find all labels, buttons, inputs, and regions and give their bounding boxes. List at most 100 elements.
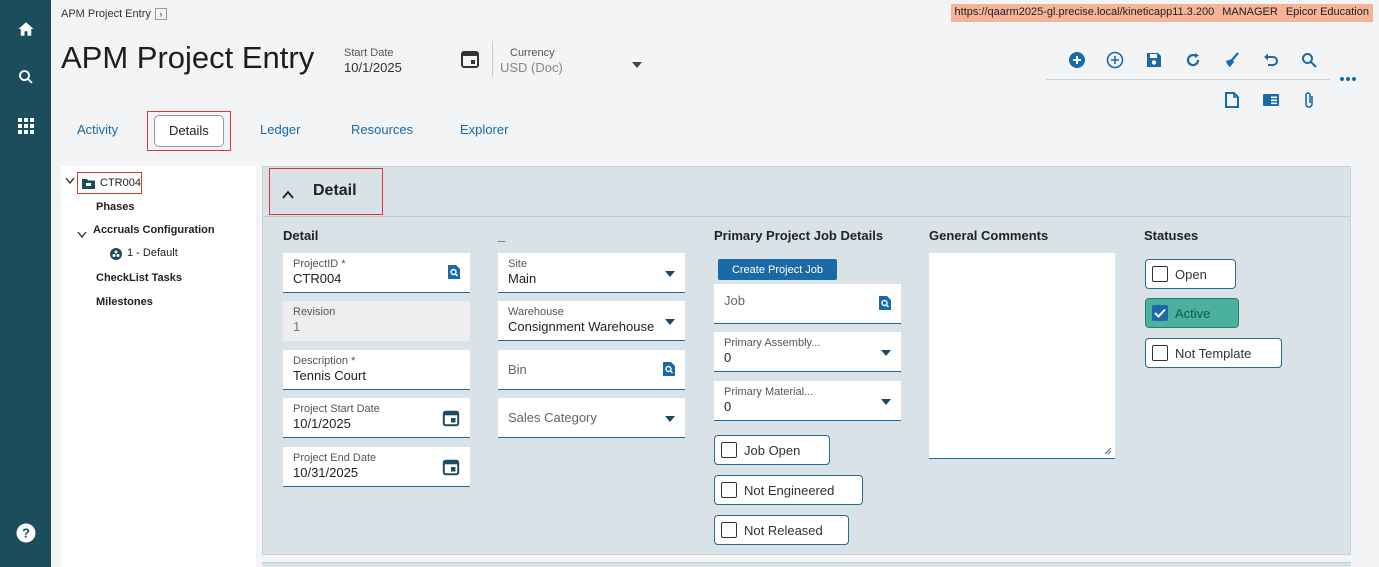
primary-assembly-label: Primary Assembly... (724, 337, 821, 349)
refresh-icon[interactable] (1180, 47, 1206, 73)
tree-item-default[interactable]: 1 - Default (127, 247, 178, 259)
resize-handle-icon[interactable] (1104, 447, 1112, 455)
status-active-checkbox[interactable]: Active (1145, 298, 1239, 328)
help-icon[interactable]: ? (0, 518, 51, 548)
add-new-icon[interactable] (1064, 47, 1090, 73)
apps-grid-icon[interactable] (0, 111, 51, 141)
lookup-search-icon[interactable] (879, 296, 891, 315)
currency-label: Currency (510, 47, 555, 59)
chevron-down-icon[interactable] (665, 319, 675, 325)
sales-category-placeholder: Sales Category (508, 410, 597, 425)
panel-header[interactable] (263, 167, 1350, 217)
chevron-down-icon[interactable] (65, 177, 75, 188)
more-overflow-icon[interactable] (1335, 66, 1361, 92)
not-engineered-checkbox[interactable]: Not Engineered (714, 475, 863, 505)
bin-placeholder: Bin (508, 362, 527, 377)
clear-brush-icon[interactable] (1219, 47, 1245, 73)
calendar-icon[interactable] (442, 458, 460, 481)
calendar-icon[interactable] (442, 409, 460, 432)
chevron-down-icon[interactable] (665, 271, 675, 277)
tree-item-accruals[interactable]: Accruals Configuration (93, 224, 215, 236)
checkbox-icon (1152, 345, 1168, 361)
site-dropdown[interactable]: Site Main (498, 253, 685, 293)
tab-activity[interactable]: Activity (77, 112, 118, 148)
home-icon[interactable] (0, 14, 51, 44)
chevron-down-icon[interactable] (77, 226, 87, 244)
folder-icon (82, 178, 95, 189)
lookup-search-icon[interactable] (663, 362, 675, 381)
project-id-field[interactable]: ProjectID * CTR004 (283, 253, 470, 293)
status-open-checkbox[interactable]: Open (1145, 259, 1236, 289)
not-released-checkbox[interactable]: Not Released (714, 515, 849, 545)
save-icon[interactable] (1141, 47, 1167, 73)
general-comments-textarea[interactable] (929, 253, 1115, 459)
primary-material-dropdown[interactable]: Primary Material... 0 (714, 381, 901, 421)
description-value: Tennis Court (293, 368, 366, 383)
tree-root-label: CTR004 (100, 177, 141, 189)
page-title: APM Project Entry (61, 40, 315, 75)
lookup-search-icon[interactable] (448, 265, 460, 284)
description-field[interactable]: Description * Tennis Court (283, 350, 470, 390)
job-open-checkbox[interactable]: Job Open (714, 435, 830, 465)
tree-item-phases[interactable]: Phases (96, 201, 135, 213)
panel-card-icon[interactable] (1258, 87, 1284, 113)
site-label: Site (508, 258, 527, 270)
tree-root-node[interactable]: CTR004 (77, 172, 142, 194)
tab-resources[interactable]: Resources (351, 112, 413, 148)
project-id-value: CTR004 (293, 271, 342, 286)
bin-field[interactable]: Bin (498, 350, 685, 390)
chevron-up-icon[interactable] (282, 186, 294, 204)
tree-item-milestones[interactable]: Milestones (96, 296, 153, 308)
site-value: Main (508, 271, 537, 286)
project-tree: CTR004 Phases Accruals Configuration 1 -… (61, 166, 256, 567)
new-page-icon[interactable] (1219, 87, 1245, 113)
add-outline-icon[interactable] (1102, 47, 1128, 73)
breadcrumb: APM Project Entry › (61, 8, 167, 20)
primary-assembly-dropdown[interactable]: Primary Assembly... 0 (714, 332, 901, 372)
paperclip-icon[interactable] (1296, 87, 1322, 113)
warehouse-label: Warehouse (508, 306, 564, 318)
highlight-details-tab (147, 111, 231, 151)
env-user: MANAGER (1222, 6, 1278, 18)
status-not-template-checkbox[interactable]: Not Template (1145, 338, 1282, 368)
project-end-date-label: Project End Date (293, 452, 377, 464)
job-field[interactable]: Job (714, 284, 901, 324)
start-date-field[interactable]: Start Date 10/1/2025 (344, 47, 402, 75)
revision-value: 1 (293, 319, 301, 334)
chevron-down-icon[interactable] (881, 350, 891, 356)
tab-ledger[interactable]: Ledger (260, 112, 300, 148)
primary-assembly-value: 0 (724, 350, 732, 365)
header-divider (492, 41, 493, 77)
sales-category-dropdown[interactable]: Sales Category (498, 398, 685, 438)
calendar-icon[interactable] (460, 49, 480, 74)
project-end-date-field[interactable]: Project End Date 10/31/2025 (283, 447, 470, 487)
job-open-label: Job Open (744, 442, 801, 458)
tab-explorer[interactable]: Explorer (460, 112, 508, 148)
create-project-job-button[interactable]: Create Project Job (718, 259, 837, 280)
warehouse-dropdown[interactable]: Warehouse Consignment Warehouse (498, 301, 685, 341)
breadcrumb-label[interactable]: APM Project Entry (61, 8, 151, 20)
revision-label: Revision (293, 306, 336, 318)
svg-text:?: ? (22, 526, 30, 541)
undo-icon[interactable] (1258, 47, 1284, 73)
chevron-right-icon[interactable]: › (154, 8, 167, 20)
not-released-label: Not Released (744, 522, 823, 538)
search-icon[interactable] (0, 62, 51, 92)
primary-material-label: Primary Material... (724, 386, 814, 398)
top-bar: APM Project Entry › https://qaarm2025-gl… (51, 0, 1379, 28)
status-active-label: Active (1175, 305, 1211, 321)
tree-item-checklist[interactable]: CheckList Tasks (96, 272, 182, 284)
project-start-date-field[interactable]: Project Start Date 10/1/2025 (283, 398, 470, 438)
chevron-down-icon[interactable] (632, 62, 642, 68)
revision-field: Revision 1 (283, 301, 470, 341)
chevron-down-icon[interactable] (881, 399, 891, 405)
checkmark-icon (1152, 305, 1168, 321)
env-company: Epicor Education (1285, 6, 1369, 18)
search-icon[interactable] (1296, 47, 1322, 73)
primary-material-value: 0 (724, 399, 732, 414)
project-start-date-label: Project Start Date (293, 403, 380, 415)
chevron-down-icon[interactable] (665, 416, 675, 422)
toolbar-divider (1046, 79, 1330, 80)
currency-field[interactable]: Currency USD (Doc) (500, 47, 642, 75)
app-rail: ? (0, 0, 51, 567)
